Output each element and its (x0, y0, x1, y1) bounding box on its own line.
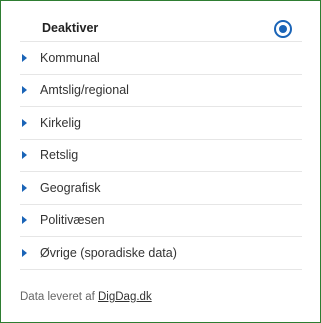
category-label: Retslig (40, 148, 79, 163)
caret-right-icon (22, 118, 27, 127)
category-label: Kirkelig (40, 115, 81, 130)
category-label: Amtslig/regional (40, 83, 129, 98)
category-label: Kommunal (40, 50, 100, 65)
radio-selected-icon[interactable] (274, 19, 292, 38)
attribution-text: Data leveret af (20, 291, 95, 303)
layer-panel: Deaktiver Kommunal Amtslig/regional Kirk… (0, 0, 321, 323)
category-item-politivaesen[interactable]: Politivæsen (20, 205, 302, 237)
category-item-kommunal[interactable]: Kommunal (20, 42, 302, 75)
caret-right-icon (22, 248, 27, 257)
category-item-amtslig-regional[interactable]: Amtslig/regional (20, 75, 302, 107)
digdag-link[interactable]: DigDag.dk (98, 291, 152, 303)
caret-right-icon (22, 216, 27, 225)
category-item-geografisk[interactable]: Geografisk (20, 172, 302, 205)
caret-right-icon (22, 183, 27, 192)
category-item-oevrige[interactable]: Øvrige (sporadiske data) (20, 237, 302, 270)
category-label: Politivæsen (40, 213, 105, 228)
caret-right-icon (22, 86, 27, 95)
category-label: Øvrige (sporadiske data) (40, 245, 177, 260)
attribution: Data leveret af DigDag.dk (20, 291, 152, 303)
category-list: Deaktiver Kommunal Amtslig/regional Kirk… (20, 14, 302, 270)
caret-right-icon (22, 151, 27, 160)
category-item-retslig[interactable]: Retslig (20, 140, 302, 172)
category-label: Geografisk (40, 180, 101, 195)
category-item-kirkelig[interactable]: Kirkelig (20, 107, 302, 140)
deactivate-label: Deaktiver (42, 20, 99, 35)
caret-right-icon (22, 53, 27, 62)
deactivate-option[interactable]: Deaktiver (20, 14, 302, 42)
